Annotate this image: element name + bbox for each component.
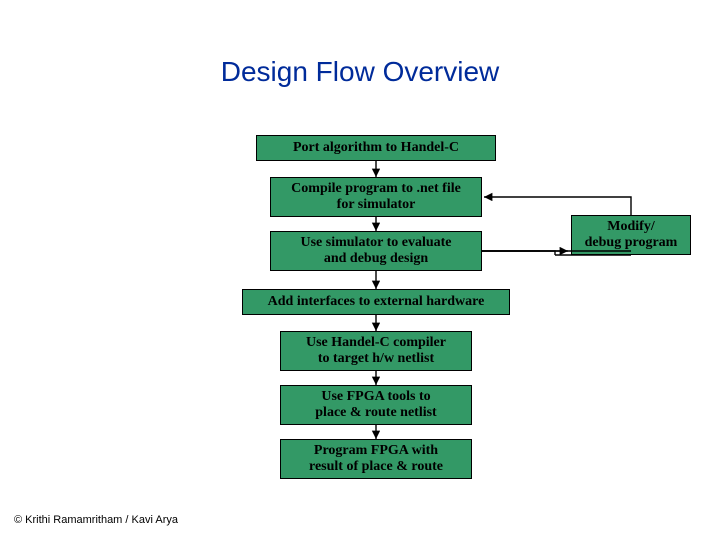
step-label: Use FPGA tools toplace & route netlist xyxy=(315,389,436,421)
footer-credit: © Krithi Ramamritham / Kavi Arya xyxy=(14,514,178,526)
step-label: Modify/debug program xyxy=(585,219,678,251)
step-port-algorithm: Port algorithm to Handel-C xyxy=(256,135,496,161)
step-label: Port algorithm to Handel-C xyxy=(293,140,459,156)
step-label: Use simulator to evaluateand debug desig… xyxy=(301,235,452,267)
step-add-interfaces: Add interfaces to external hardware xyxy=(242,289,510,315)
step-label: Compile program to .net filefor simulato… xyxy=(291,181,461,213)
step-label: Add interfaces to external hardware xyxy=(268,294,485,310)
step-label: Program FPGA withresult of place & route xyxy=(309,443,443,475)
page-title: Design Flow Overview xyxy=(0,56,720,88)
step-label: Use Handel-C compilerto target h/w netli… xyxy=(306,335,446,367)
step-handelc-compiler: Use Handel-C compilerto target h/w netli… xyxy=(280,331,472,371)
step-compile-net: Compile program to .net filefor simulato… xyxy=(270,177,482,217)
step-modify-debug: Modify/debug program xyxy=(571,215,691,255)
step-fpga-place-route: Use FPGA tools toplace & route netlist xyxy=(280,385,472,425)
step-simulate-debug: Use simulator to evaluateand debug desig… xyxy=(270,231,482,271)
step-program-fpga: Program FPGA withresult of place & route xyxy=(280,439,472,479)
